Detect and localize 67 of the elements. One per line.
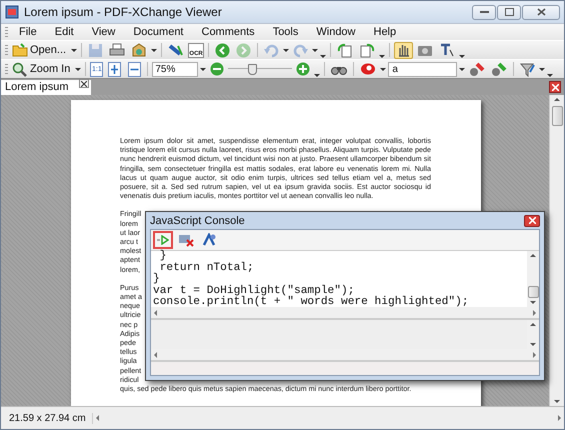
close-icon [528,217,536,224]
horizontal-scrollbar[interactable] [151,349,539,362]
code-line: } [153,274,161,286]
minimize-button[interactable] [472,4,496,20]
close-icon [536,8,546,16]
folder-icon [12,43,28,57]
export-icon [131,42,148,58]
close-icon [80,80,87,86]
caret-icon[interactable] [459,68,466,70]
print-button[interactable] [107,42,128,58]
window-title: Lorem ipsum - PDF-XChange Viewer [24,5,222,19]
magnifier-icon [12,62,28,76]
text-cursor-icon [439,42,456,58]
caret-icon[interactable] [200,68,206,70]
maximize-button[interactable] [497,4,521,20]
zoom-in-button[interactable]: Zoom In [10,60,74,78]
code-line: } [158,251,168,262]
vertical-scrollbar[interactable] [527,251,539,307]
close-icon [552,84,558,90]
filter-button[interactable] [518,60,538,78]
menu-item[interactable]: Tools [266,26,306,38]
search-field[interactable]: a [388,62,458,76]
fit-page-button[interactable] [105,60,124,78]
close-button[interactable] [524,214,540,226]
back-button[interactable] [213,42,232,58]
menu-item[interactable]: Comments [194,26,262,38]
close-button[interactable] [522,4,560,20]
grip-handle[interactable] [5,26,8,38]
fit-width-button[interactable] [125,60,144,78]
menu-item[interactable]: View [84,26,122,38]
clear-icon [178,234,194,246]
slider-thumb[interactable] [248,64,257,75]
funnel-icon [520,62,536,76]
code-line: console.println(t + " words were highlighted"); [153,297,470,308]
highlight-icon [469,62,486,76]
menu-item[interactable]: Help [366,26,404,38]
vertical-scrollbar[interactable] [549,95,564,406]
caret-icon[interactable] [283,48,290,52]
caret-icon[interactable] [151,48,158,52]
caret-icon[interactable] [71,48,78,52]
highlight-icon [491,62,508,76]
camera-icon [417,43,434,57]
caret-icon[interactable] [75,68,82,70]
code-editor[interactable]: } return nTotal; } var t = DoHighlight("sample"); console.println(t + " words were highlighted"); [151,251,539,307]
grip-handle[interactable] [5,64,8,74]
command-input[interactable] [151,362,539,375]
close-tab-button[interactable] [78,79,89,88]
maximize-icon [504,8,514,16]
zoom-slider[interactable] [228,63,292,75]
document-icon [5,5,19,19]
code-line: var t = DoHighlight("sample"); [153,286,356,296]
code-line: return nTotal; [158,262,255,274]
close-document-button[interactable] [549,81,561,93]
menu-item[interactable]: Window [309,26,362,38]
console-title: JavaScript Console [150,214,245,226]
document-tab[interactable]: Lorem ipsum [1,80,91,95]
run-button[interactable] [153,231,173,249]
grip-handle[interactable] [5,44,8,56]
open-button[interactable]: Open... [10,42,70,58]
menu-item[interactable]: Document [126,26,190,38]
menu-item[interactable]: Edit [48,26,81,38]
minimize-icon [480,10,488,14]
horizontal-scrollbar[interactable] [151,307,539,320]
zoom-level-field[interactable]: 75% [152,62,198,76]
menu-item[interactable]: File [12,26,44,38]
play-icon [157,235,169,245]
hand-tool-button[interactable] [394,42,414,58]
